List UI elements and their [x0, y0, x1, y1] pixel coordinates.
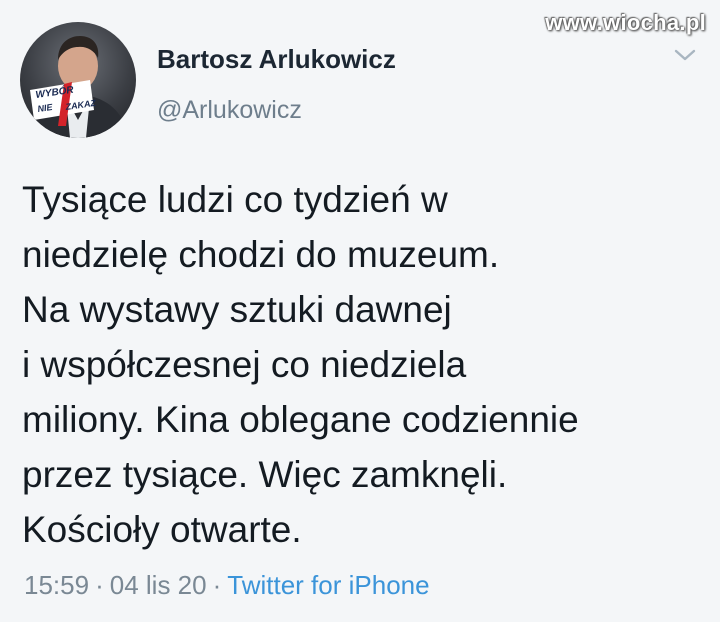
meta-separator: · [212, 570, 222, 600]
tweet-line: miliony. Kina oblegane codziennie [22, 399, 579, 440]
tweet-line: i współczesnej co niedziela [22, 344, 467, 385]
tweet-header: WYBÓR NIE ZAKAZ Bartosz Arlukowicz @Arlu… [20, 22, 710, 142]
meta-separator: · [95, 570, 104, 600]
tweet-line: Tysiące ludzi co tydzień w [22, 179, 448, 220]
avatar-image: WYBÓR NIE ZAKAZ [28, 36, 128, 138]
tweet-line: Na wystawy sztuki dawnej [22, 289, 452, 330]
tweet-line: Kościoły otwarte. [22, 509, 302, 550]
author-handle[interactable]: @Arlukowicz [157, 96, 302, 125]
author-name[interactable]: Bartosz Arlukowicz [157, 44, 396, 75]
tweet-text: Tysiące ludzi co tydzień w niedzielę cho… [22, 172, 702, 557]
tweet-time[interactable]: 15:59 [24, 570, 89, 600]
avatar[interactable]: WYBÓR NIE ZAKAZ [20, 22, 136, 138]
tweet-line: niedzielę chodzi do muzeum. [22, 234, 500, 275]
tweet-date[interactable]: 04 lis 20 [110, 570, 207, 600]
tweet-line: przez tysiące. Więc zamknęli. [22, 454, 508, 495]
tweet-source-link[interactable]: Twitter for iPhone [227, 570, 429, 600]
chevron-down-icon[interactable] [674, 48, 696, 62]
tweet-meta: 15:59 · 04 lis 20 · Twitter for iPhone [24, 570, 430, 601]
